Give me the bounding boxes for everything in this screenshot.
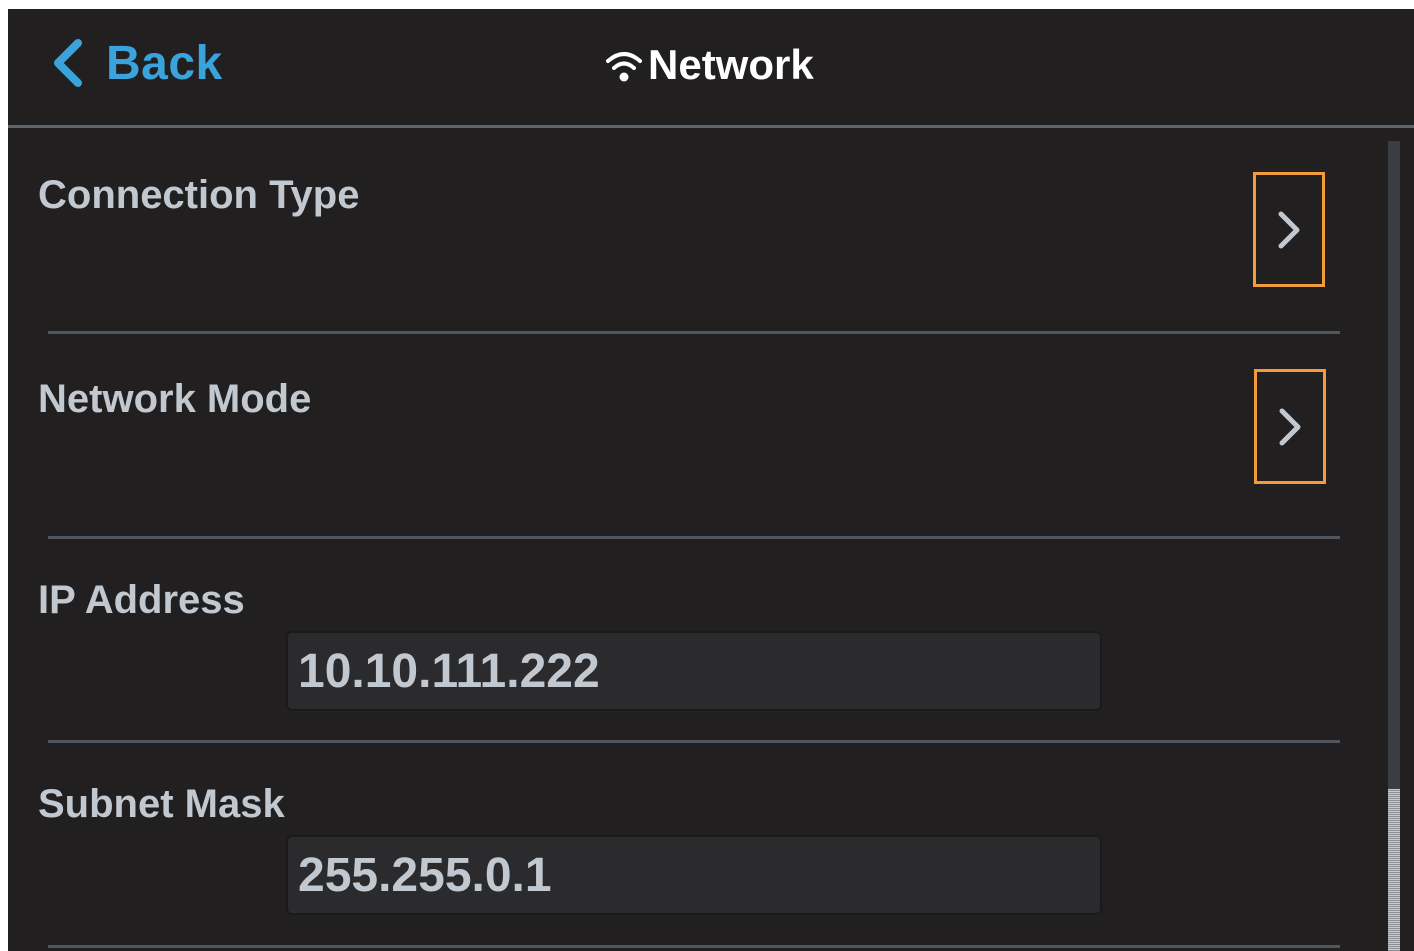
header-divider [8,125,1414,128]
row-divider [48,740,1340,743]
ip-address-label: IP Address [38,578,245,622]
page-title: Network [604,35,814,95]
network-mode-button[interactable] [1254,369,1326,484]
page-title-label: Network [648,41,814,88]
subnet-mask-label: Subnet Mask [38,782,285,826]
network-mode-label: Network Mode [38,377,312,421]
subnet-mask-field[interactable] [286,835,1102,915]
connection-type-button[interactable] [1253,172,1325,287]
header-bar: Back Network [8,9,1414,125]
row-divider [48,945,1340,948]
network-settings-screen: Back Network Connection Type Network Mod… [8,9,1414,951]
back-button[interactable]: Back [50,33,223,93]
row-divider [48,331,1340,334]
back-label: Back [106,36,223,90]
chevron-right-icon [1275,208,1303,252]
chevron-left-icon [50,39,84,87]
ip-address-field[interactable] [286,631,1102,711]
chevron-right-icon [1276,405,1304,449]
scrollbar-thumb[interactable] [1388,789,1400,951]
connection-type-label: Connection Type [38,173,360,217]
row-divider [48,536,1340,539]
wifi-icon [604,45,644,85]
